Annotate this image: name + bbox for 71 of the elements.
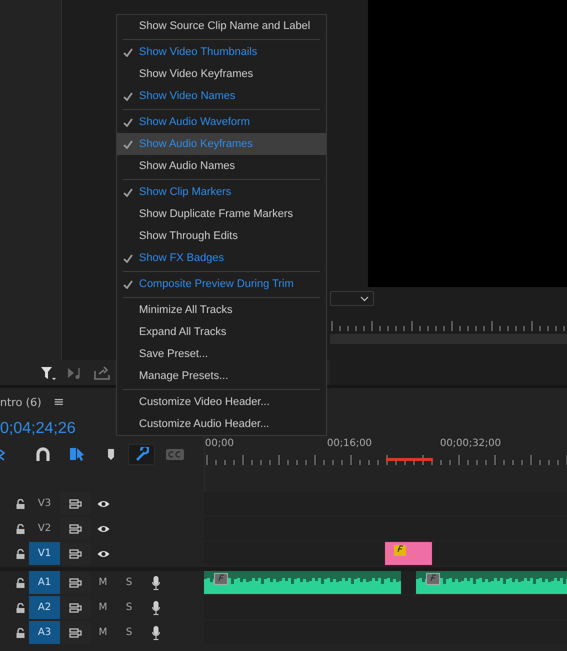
menu-item[interactable]: Save Preset... (117, 343, 326, 365)
eye-icon[interactable] (96, 500, 110, 508)
check-icon (123, 188, 133, 196)
lock-icon (16, 602, 25, 612)
sync-lock-icon (68, 628, 82, 638)
video-clip[interactable] (385, 542, 432, 565)
ruler-label: 00;16;00 (327, 438, 372, 449)
track-target-toggle[interactable]: A2 (29, 596, 60, 619)
chevron-down-icon (360, 296, 369, 302)
microphone-icon[interactable] (152, 600, 160, 614)
menu-item[interactable]: Show Video Thumbnails (117, 41, 326, 63)
check-icon (123, 118, 133, 126)
audio-clip[interactable] (204, 571, 401, 594)
filter-icon (40, 364, 56, 380)
menu-item[interactable]: Show Duplicate Frame Markers (117, 203, 326, 225)
track-target-toggle[interactable]: V1 (29, 542, 60, 565)
export-icon (94, 366, 110, 380)
lock-icon (16, 498, 25, 508)
menu-item[interactable]: Show Video Names (117, 85, 326, 107)
ruler-label: 00;00;32;00 (440, 438, 502, 449)
eye-icon[interactable] (96, 550, 110, 558)
menu-item[interactable]: Expand All Tracks (117, 321, 326, 343)
sync-lock-icon (68, 498, 82, 508)
solo-button[interactable]: S (116, 577, 142, 588)
check-icon (123, 92, 133, 100)
menu-item[interactable]: Show Audio Waveform (117, 111, 326, 133)
audio-clip[interactable] (416, 571, 567, 594)
track-target-toggle[interactable]: A3 (29, 621, 60, 644)
ripple-icon (0, 446, 6, 462)
check-icon (123, 254, 133, 262)
track-target-toggle[interactable]: V3 (29, 492, 60, 515)
track-target-toggle[interactable]: V2 (29, 517, 60, 540)
sync-lock-icon (68, 578, 82, 588)
lock-icon (16, 548, 25, 558)
wrench-button[interactable] (128, 444, 155, 464)
microphone-icon[interactable] (152, 626, 160, 640)
lock-icon (16, 578, 25, 588)
sync-lock-icon (68, 524, 82, 534)
menu-item[interactable]: Show FX Badges (117, 247, 326, 269)
menu-item[interactable]: Customize Audio Header... (117, 413, 326, 435)
linked-selection-icon (70, 446, 84, 462)
magnet-icon (36, 446, 50, 462)
sync-lock-icon (68, 602, 82, 612)
menu-item[interactable]: Customize Video Header... (117, 391, 326, 413)
lock-icon (16, 524, 25, 534)
microphone-icon[interactable] (152, 576, 160, 590)
lock-icon (16, 628, 25, 638)
captions-icon (166, 446, 184, 462)
mute-button[interactable]: M (90, 627, 116, 638)
check-icon (123, 48, 133, 56)
wrench-icon (134, 446, 148, 462)
menu-item[interactable]: Minimize All Tracks (117, 299, 326, 321)
sequence-tab[interactable]: ntro (6) (0, 396, 42, 408)
ruler-label: 00;00 (205, 438, 234, 449)
menu-item[interactable]: Show Source Clip Name and Label (117, 15, 326, 37)
menu-item[interactable]: Show Audio Names (117, 155, 326, 177)
check-icon (123, 140, 133, 148)
track-target-toggle[interactable]: A1 (29, 571, 60, 594)
sync-lock-icon (68, 548, 82, 558)
menu-item[interactable]: Show Clip Markers (117, 181, 326, 203)
mute-button[interactable]: M (90, 577, 116, 588)
menu-item[interactable]: Composite Preview During Trim (117, 273, 326, 295)
timecode[interactable]: 0;04;24;26 (0, 420, 76, 440)
menu-item[interactable]: Show Through Edits (117, 225, 326, 247)
solo-button[interactable]: S (116, 627, 142, 638)
menu-item[interactable]: Show Video Keyframes (117, 63, 326, 85)
solo-button[interactable]: S (116, 602, 142, 613)
check-icon (123, 280, 133, 288)
mute-button[interactable]: M (90, 602, 116, 613)
panel-menu-button[interactable]: ≡ (53, 394, 64, 410)
eye-icon[interactable] (96, 524, 110, 532)
